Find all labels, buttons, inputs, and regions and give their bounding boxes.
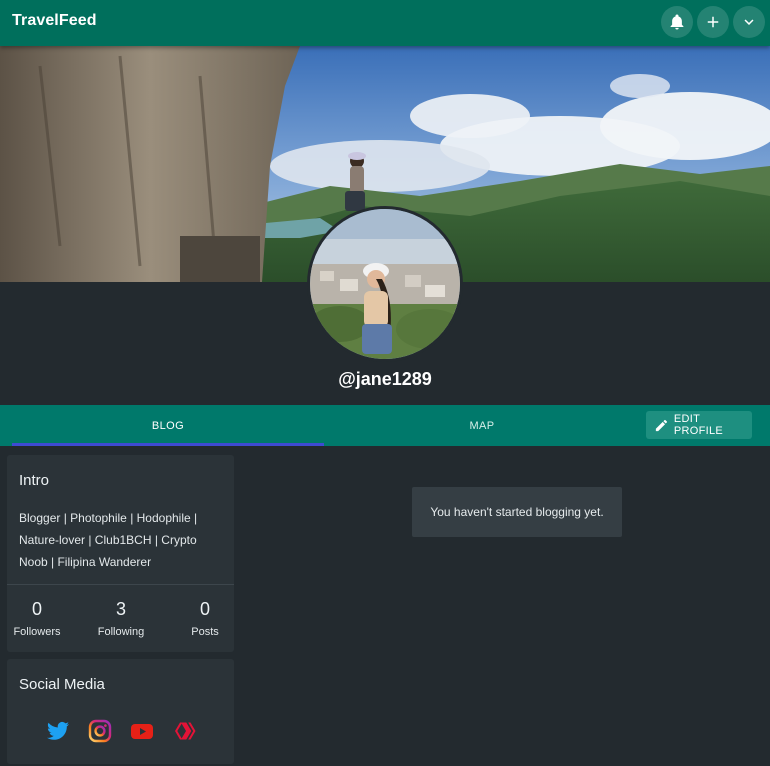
twitter-icon[interactable] [46,719,70,743]
edit-profile-label: EDIT PROFILE [673,413,724,437]
social-media-card: Social Media [7,659,234,764]
intro-divider [7,584,234,585]
youtube-icon[interactable] [130,719,154,743]
notifications-button[interactable] [661,6,693,38]
followers-label: Followers [13,626,61,638]
active-tab-indicator [12,443,324,446]
brand-logo[interactable]: TravelFeed [12,12,97,30]
account-menu-button[interactable] [733,6,765,38]
edit-profile-button[interactable]: EDIT PROFILE [646,411,752,439]
empty-feed-notice: You haven't started blogging yet. [412,487,622,537]
intro-card: Intro Blogger | Photophile | Hodophile |… [7,455,234,652]
top-app-bar: TravelFeed [0,0,770,46]
following-stat[interactable]: 3 Following [85,598,157,638]
pencil-icon [655,419,668,431]
following-label: Following [97,626,145,638]
tab-blog[interactable]: BLOG [12,405,324,446]
bell-icon [670,14,684,30]
social-media-title: Social Media [19,676,105,693]
profile-username: @jane1289 [338,369,432,389]
avatar[interactable] [307,206,463,362]
tab-map[interactable]: MAP [324,405,640,446]
posts-label: Posts [191,626,219,638]
posts-stat[interactable]: 0 Posts [177,598,233,638]
plus-icon [707,16,719,28]
posts-count: 0 [199,599,210,619]
chevron-down-icon [744,19,754,25]
hive-icon[interactable] [173,719,197,743]
followers-count: 0 [31,599,42,619]
following-count: 3 [115,599,126,619]
followers-stat[interactable]: 0 Followers [7,598,67,638]
intro-title: Intro [19,472,50,489]
instagram-icon[interactable] [88,719,112,743]
create-button[interactable] [697,6,729,38]
intro-bio: Blogger | Photophile | Hodophile | Natur… [19,511,198,569]
